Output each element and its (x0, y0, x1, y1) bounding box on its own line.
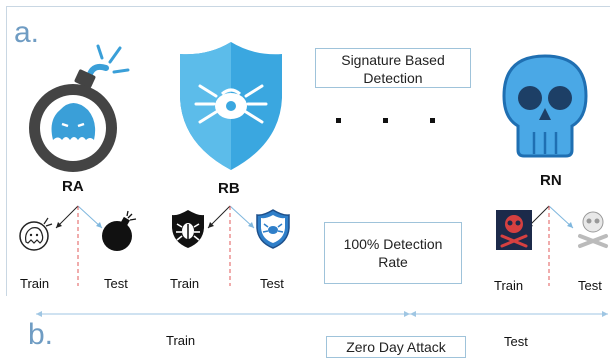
timeline-test-label: Test (504, 334, 528, 349)
timeline-arrows (36, 311, 608, 317)
timeline-train-label: Train (166, 333, 196, 348)
zero-day-attack-box: Zero Day Attack (326, 336, 466, 358)
